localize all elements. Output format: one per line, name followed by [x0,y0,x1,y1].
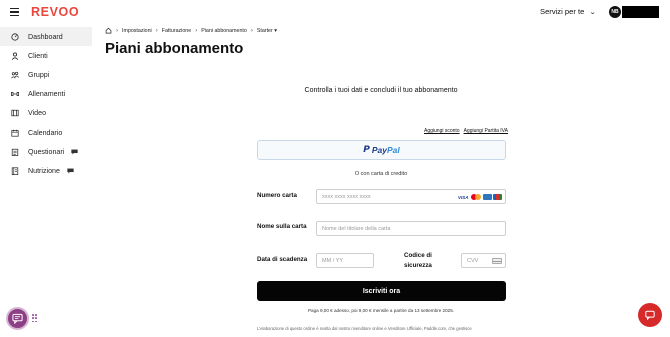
caret-down-icon: ▾ [274,27,277,34]
checkout-links: Aggiungi sconto Aggiungi Partita IVA [424,128,512,134]
add-vat-link[interactable]: Aggiungi Partita IVA [464,128,508,134]
expiry-label: Data di scadenza [257,256,308,263]
user-icon [11,52,19,60]
brand-logo[interactable]: REVOO [31,5,79,19]
clipboard-icon [11,148,19,156]
expiry-input[interactable]: MM / YY [316,253,374,268]
drag-handle-icon[interactable] [32,314,37,323]
cvc-input[interactable]: CVV [461,253,506,268]
sidebar-item-video[interactable]: Video [0,104,92,123]
sidebar-item-gruppi[interactable]: Gruppi [0,65,92,84]
calendar-icon [11,129,19,137]
chevron-right-icon: › [155,27,158,34]
chevron-down-icon: ⌄ [589,9,597,16]
dashboard-icon [11,32,19,41]
avatar[interactable]: NB [609,6,621,18]
card-name-input[interactable]: Nome del titolare della carta [316,221,506,236]
home-icon[interactable] [105,27,112,34]
breadcrumb-starter-label: Starter [256,27,273,34]
card-brand-logos: VISA [458,194,502,201]
sidebar-item-label: Questionari [28,147,65,156]
top-bar: REVOO Servizi per te ⌄ NB [0,0,670,24]
paypal-logo-pay: Pay [371,145,387,155]
sidebar-item-clienti[interactable]: Clienti [0,46,92,65]
jcb-icon [493,194,502,200]
dumbbell-icon [11,90,19,98]
sidebar-item-label: Nutrizione [28,166,60,175]
card-number-placeholder: xxxx xxxx xxxx xxxx [322,193,371,200]
cvc-label-line1: Codice di [404,252,432,259]
video-icon [11,109,19,117]
group-icon [11,71,19,79]
card-number-label: Numero carta [257,192,297,199]
sidebar-item-label: Allenamenti [28,90,66,99]
message-badge-icon [67,168,74,174]
chat-icon [12,313,23,324]
sidebar-item-label: Clienti [28,51,48,60]
cvc-label-line2: sicurezza [404,261,432,269]
message-badge-icon [71,149,78,155]
breadcrumb-item-piani[interactable]: Piani abbonamento [201,28,247,34]
subscribe-button[interactable]: Iscriviti ora [257,281,506,301]
cvv-card-icon [492,258,502,264]
sidebar-item-label: Video [28,109,47,118]
cvc-label: Codice di sicurezza [404,251,432,270]
paypal-icon: P [363,145,370,155]
chevron-right-icon: › [195,27,198,34]
sidebar-item-label: Gruppi [28,70,50,79]
paypal-button[interactable]: P Pay Pal [257,140,506,160]
add-discount-link[interactable]: Aggiungi sconto [424,128,460,134]
card-name-placeholder: Nome del titolare della carta [322,225,391,232]
services-dropdown[interactable]: Servizi per te ⌄ [540,7,597,16]
card-name-label: Nome sulla carta [257,223,307,230]
mastercard-icon [471,194,481,200]
expiry-placeholder: MM / YY [322,257,343,264]
breadcrumb-item-fatturazione[interactable]: Fatturazione [162,28,191,34]
breadcrumb: › Impostazioni › Fatturazione › Piani ab… [105,27,277,34]
chat-bubble-icon [645,310,655,320]
sidebar-item-allenamenti[interactable]: Allenamenti [0,85,92,104]
sidebar-item-dashboard[interactable]: Dashboard [0,27,92,47]
sidebar-item-calendario[interactable]: Calendario [0,123,92,142]
amex-icon [482,194,492,200]
breadcrumb-item-starter[interactable]: Starter ▾ [257,28,277,34]
visa-icon: VISA [457,195,469,200]
chevron-right-icon: › [250,27,253,34]
breadcrumb-item-impostazioni[interactable]: Impostazioni [122,28,152,34]
sidebar: Dashboard Clienti Gruppi Allenamenti Vid… [0,27,92,181]
book-icon [11,167,19,175]
user-name-redacted[interactable] [622,6,659,18]
sidebar-item-questionari[interactable]: Questionari [0,142,92,161]
cvc-placeholder: CVV [467,257,479,264]
sidebar-item-label: Dashboard [28,32,63,41]
or-credit-card-text: O con carta di credito [354,171,408,177]
paypal-logo-pal: Pal [386,145,400,155]
support-chat-button[interactable] [638,303,662,327]
card-number-input[interactable]: xxxx xxxx xxxx xxxx VISA [316,189,506,204]
sidebar-item-label: Calendario [28,128,63,137]
services-label: Servizi per te [540,7,585,16]
chat-widget-button[interactable] [6,307,29,330]
checkout-subtitle: Controlla i tuoi dati e concludi il tuo … [304,87,458,94]
chevron-right-icon: › [116,27,118,34]
paddle-legal-note: L'elaborazione di questo ordine è svolta… [257,326,472,331]
payment-note: Paga 9,00 € adesso, poi 9,00 € mensile a… [307,308,455,313]
menu-icon[interactable] [10,8,19,16]
page-title: Piani abbonamento [105,40,244,57]
sidebar-item-nutrizione[interactable]: Nutrizione [0,161,92,180]
